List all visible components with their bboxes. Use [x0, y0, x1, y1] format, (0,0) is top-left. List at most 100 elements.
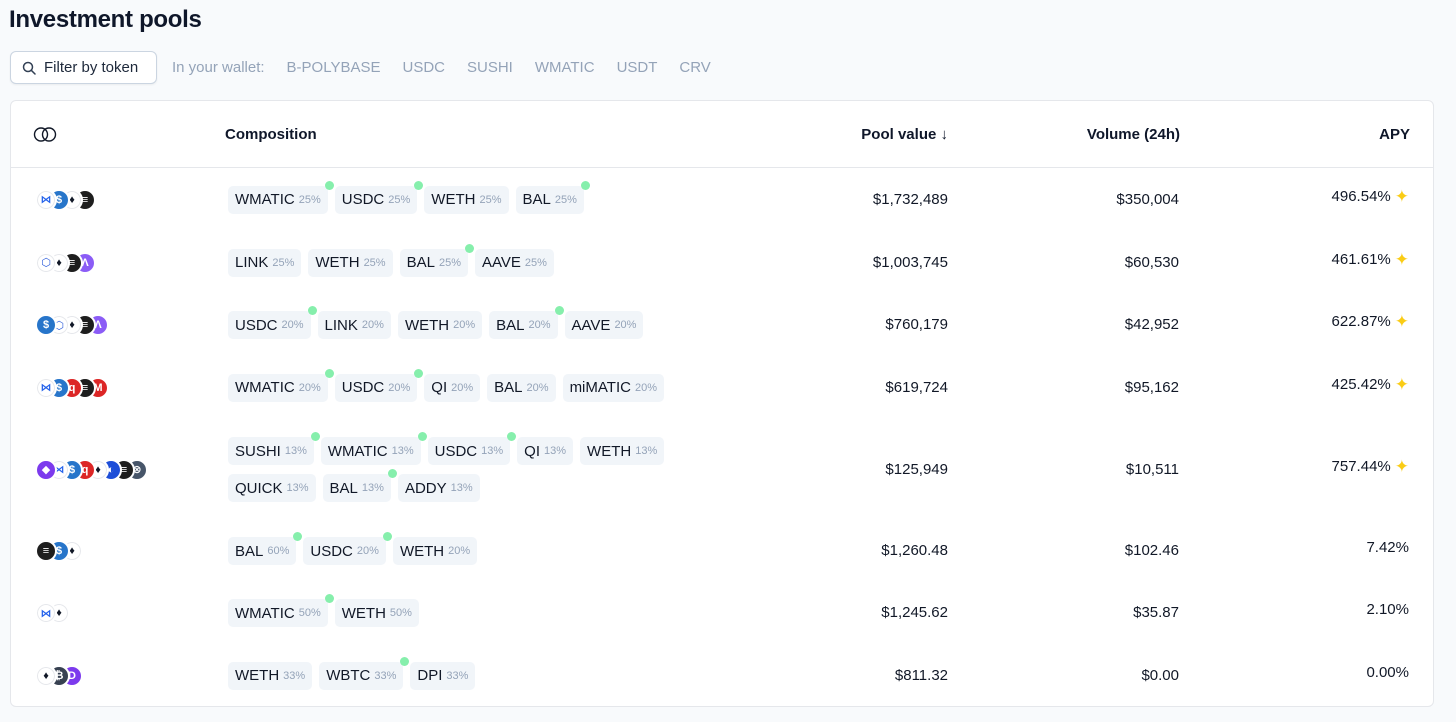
- sparkle-icon[interactable]: ✦: [1395, 313, 1409, 330]
- token-chip[interactable]: AAVE 25%: [474, 248, 554, 277]
- token-chip[interactable]: SUSHI 13%: [228, 432, 320, 465]
- token-chip[interactable]: BAL 20%: [489, 306, 564, 339]
- sparkle-icon[interactable]: ✦: [1395, 458, 1409, 475]
- token-symbol: WETH: [235, 667, 280, 684]
- composition-chips: WMATIC 20% USDC 20% QI 20% BAL 20% miMATIC 20%: [228, 368, 708, 411]
- token-chip[interactable]: ADDY 13%: [397, 474, 480, 502]
- token-symbol: LINK: [324, 316, 358, 334]
- page-title: Investment pools: [9, 6, 202, 33]
- in-wallet-dot: [310, 432, 320, 441]
- token-weight: 20%: [453, 319, 476, 331]
- volume-24h: $35.87: [1133, 604, 1179, 621]
- table-row[interactable]: ⋈ $ q ≡ M WMATIC 20% USDC 20% QI 20% BAL 20% miMATIC 2…: [11, 356, 1433, 419]
- token-weight: 13%: [481, 445, 504, 457]
- token-chip[interactable]: LINK 25%: [228, 248, 302, 277]
- token-symbol: WMATIC: [235, 191, 295, 208]
- token-chip[interactable]: QI 13%: [517, 437, 574, 465]
- volume-header[interactable]: Volume (24h): [1087, 126, 1180, 143]
- wallet-token-wmatic[interactable]: WMATIC: [535, 59, 595, 76]
- filter-by-token-button[interactable]: Filter by token: [10, 51, 157, 84]
- composition-chips: USDC 20% LINK 20% WETH 20% BAL 20% AAVE 20%: [228, 306, 708, 348]
- volume-24h: $60,530: [1124, 253, 1179, 271]
- wallet-token-sushi[interactable]: SUSHI: [467, 59, 513, 76]
- token-chip[interactable]: WMATIC 50%: [228, 594, 334, 627]
- wallet-label: In your wallet:: [172, 59, 265, 76]
- token-chip[interactable]: BAL 60%: [228, 532, 303, 565]
- composition-chips: BAL 60% USDC 20% WETH 20%: [228, 532, 708, 574]
- token-chip[interactable]: WETH 20%: [397, 311, 483, 339]
- token-chip[interactable]: WMATIC 20%: [228, 368, 334, 402]
- volume-24h: $350,004: [1116, 190, 1179, 208]
- token-chip[interactable]: WETH 13%: [580, 437, 665, 465]
- token-chip[interactable]: USDC 20%: [303, 532, 392, 565]
- token-chip[interactable]: QUICK 13%: [228, 474, 316, 502]
- table-row[interactable]: ◆ ⋈ $ q ♦ ◐ ≡ ⊗ SUSHI 13% WMATIC 13% USDC 13% QI 13% WET…: [11, 419, 1433, 520]
- token-weight: 20%: [526, 381, 549, 394]
- apy-header[interactable]: APY: [1379, 126, 1410, 143]
- table-header: Composition Pool value ↓ Volume (24h) AP…: [11, 101, 1433, 168]
- token-chip[interactable]: WETH 50%: [334, 599, 419, 627]
- token-symbol: WMATIC: [327, 442, 388, 460]
- volume-24h: $0.00: [1141, 666, 1179, 684]
- pool-value: $125,949: [885, 460, 948, 478]
- pool-token-icons: ⋈ $ ♦ ≡: [35, 188, 96, 211]
- token-chip[interactable]: LINK 20%: [317, 311, 391, 339]
- pool-value-header[interactable]: Pool value ↓: [861, 126, 948, 143]
- in-wallet-dot: [400, 656, 410, 666]
- token-symbol: WETH: [341, 604, 386, 622]
- token-chip[interactable]: USDC 13%: [427, 432, 517, 465]
- token-symbol: ADDY: [404, 479, 447, 497]
- token-chip[interactable]: BAL 13%: [322, 469, 397, 502]
- token-chip[interactable]: USDC 25%: [334, 180, 424, 214]
- token-symbol: BAL: [494, 379, 523, 396]
- table-row[interactable]: ⋈ $ ♦ ≡ WMATIC 25% USDC 25% WETH 25% BAL 25% $1,732,…: [11, 168, 1433, 231]
- token-symbol: BAL: [329, 479, 358, 497]
- token-weight: 13%: [286, 482, 309, 494]
- token-chip[interactable]: WETH 25%: [424, 185, 509, 214]
- token-weight: 25%: [272, 256, 295, 269]
- token-chip[interactable]: miMATIC 20%: [562, 373, 664, 402]
- token-chip[interactable]: WMATIC 25%: [228, 180, 334, 214]
- token-symbol: WETH: [431, 191, 476, 208]
- token-chip[interactable]: WETH 25%: [308, 248, 393, 277]
- token-symbol: WMATIC: [235, 604, 295, 622]
- token-chip[interactable]: AAVE 20%: [564, 311, 644, 339]
- token-chip[interactable]: BAL 25%: [515, 180, 590, 214]
- token-chip[interactable]: BAL 20%: [487, 373, 556, 402]
- token-weight: 13%: [284, 445, 307, 457]
- token-chip[interactable]: USDC 20%: [228, 306, 317, 339]
- table-row[interactable]: ⋈ ♦ WMATIC 50% WETH 50% $1,245.62 $35.87 2.10%: [11, 582, 1433, 644]
- token-chip[interactable]: WETH 33%: [228, 661, 313, 690]
- apy-cell: 757.44% ✦: [1332, 458, 1409, 475]
- token-chip[interactable]: WMATIC 13%: [320, 432, 427, 465]
- pool-tokens-icon: [33, 127, 57, 142]
- pool-token-icons: ◆ ⋈ $ q ♦ ◐ ≡ ⊗: [35, 458, 148, 481]
- token-chip[interactable]: WETH 20%: [392, 537, 478, 565]
- wallet-token-b-polybase[interactable]: B-POLYBASE: [287, 59, 381, 76]
- token-weight: 25%: [388, 193, 411, 206]
- sparkle-icon[interactable]: ✦: [1395, 251, 1409, 268]
- composition-chips: WETH 33% WBTC 33% DPI 33%: [228, 656, 708, 699]
- in-wallet-dot: [324, 594, 334, 603]
- table-row[interactable]: $ ⬡ ♦ ≡ Λ USDC 20% LINK 20% WETH 20% BAL 20% AAVE 20% $…: [11, 294, 1433, 356]
- apy-cell: 2.10%: [1366, 601, 1409, 618]
- token-symbol: WMATIC: [235, 379, 295, 396]
- token-chip[interactable]: DPI 33%: [410, 661, 476, 690]
- token-symbol: USDC: [434, 442, 478, 460]
- wallet-token-usdc[interactable]: USDC: [402, 59, 445, 76]
- token-weight: 20%: [634, 381, 657, 394]
- token-chip[interactable]: WBTC 33%: [319, 656, 410, 690]
- sparkle-icon[interactable]: ✦: [1395, 188, 1409, 205]
- wallet-token-usdt[interactable]: USDT: [617, 59, 658, 76]
- token-chip[interactable]: BAL 25%: [399, 243, 474, 277]
- token-weight: 25%: [524, 256, 547, 269]
- table-row[interactable]: ⬡ ♦ ≡ Λ LINK 25% WETH 25% BAL 25% AAVE 25% $1,003,74…: [11, 231, 1433, 294]
- table-row[interactable]: ≡ $ ♦ BAL 60% USDC 20% WETH 20% $1,260.48 $102.46 7…: [11, 520, 1433, 582]
- token-chip[interactable]: USDC 20%: [334, 368, 424, 402]
- token-weight: 13%: [544, 445, 567, 457]
- token-chip[interactable]: QI 20%: [424, 373, 481, 402]
- sparkle-icon[interactable]: ✦: [1395, 376, 1409, 393]
- table-row[interactable]: ♦ ₿ D WETH 33% WBTC 33% DPI 33% $811.32 $0.00 0.00%: [11, 644, 1433, 706]
- wallet-token-crv[interactable]: CRV: [679, 59, 710, 76]
- volume-24h: $10,511: [1125, 460, 1179, 478]
